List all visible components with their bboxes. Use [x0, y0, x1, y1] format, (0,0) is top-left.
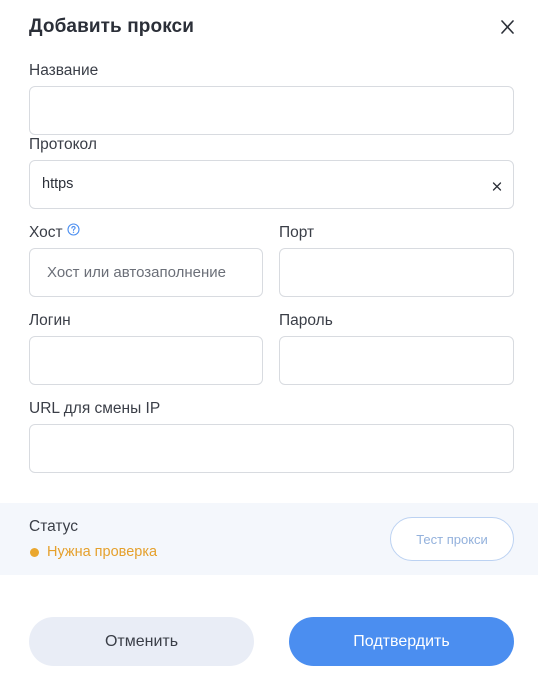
ip-change-url-label: URL для смены IP	[29, 400, 161, 417]
host-label-row: Хост	[29, 223, 80, 242]
add-proxy-dialog: Добавить прокси Название Протокол https …	[0, 0, 538, 692]
protocol-label: Протокол	[29, 136, 97, 153]
clear-icon[interactable]	[491, 179, 503, 191]
port-input[interactable]	[280, 249, 513, 296]
protocol-select[interactable]: https	[29, 160, 514, 209]
protocol-selected-value: https	[42, 176, 74, 192]
status-value: Нужна проверка	[47, 544, 158, 560]
login-label: Логин	[29, 312, 71, 329]
confirm-button[interactable]: Подтвердить	[289, 617, 514, 666]
status-panel: Статус Нужна проверка Тест прокси	[0, 503, 538, 575]
host-label: Хост	[29, 224, 63, 242]
close-icon	[501, 20, 514, 34]
status-label: Статус	[29, 518, 78, 535]
ip-change-url-field-wrapper	[29, 424, 514, 473]
name-input[interactable]	[30, 87, 513, 134]
close-button[interactable]	[498, 16, 518, 38]
name-field-wrapper	[29, 86, 514, 135]
test-proxy-button[interactable]: Тест прокси	[390, 517, 514, 561]
cancel-button[interactable]: Отменить	[29, 617, 254, 666]
name-label: Название	[29, 62, 99, 79]
password-label: Пароль	[279, 312, 333, 329]
host-field-wrapper	[29, 248, 263, 297]
host-input[interactable]	[30, 249, 262, 296]
port-label: Порт	[279, 224, 315, 241]
question-circle-icon[interactable]	[67, 223, 80, 241]
password-input[interactable]	[280, 337, 513, 384]
status-indicator-dot	[30, 548, 39, 557]
dialog-title: Добавить прокси	[29, 16, 194, 37]
login-input[interactable]	[30, 337, 262, 384]
ip-change-url-input[interactable]	[30, 425, 513, 472]
login-field-wrapper	[29, 336, 263, 385]
password-field-wrapper	[279, 336, 514, 385]
port-field-wrapper	[279, 248, 514, 297]
